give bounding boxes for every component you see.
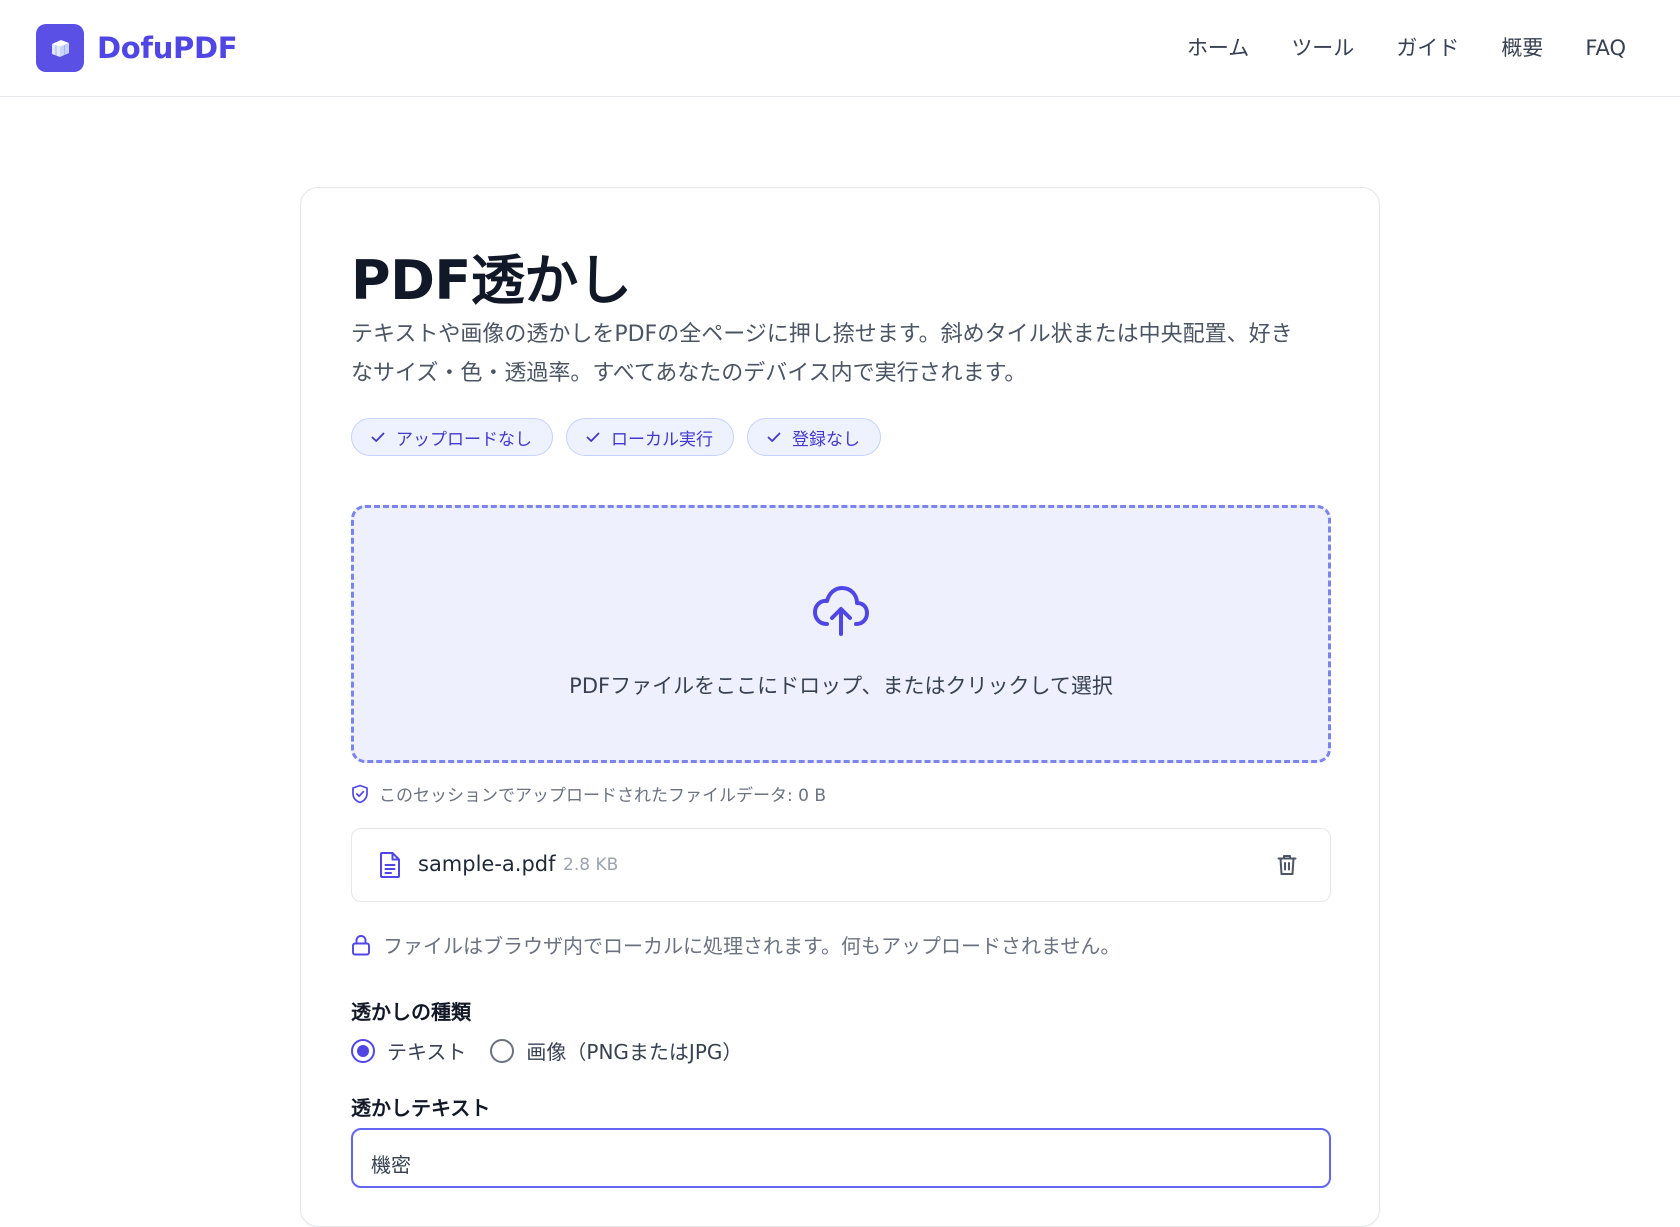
page-title: PDF透かし bbox=[351, 249, 632, 312]
top-header: DofuPDF ホーム ツール ガイド 概要 FAQ bbox=[0, 0, 1680, 97]
file-list-item: sample-a.pdf 2.8 KB bbox=[351, 828, 1331, 902]
watermark-type-group: テキスト 画像（PNGまたはJPG） bbox=[351, 1036, 766, 1065]
trash-icon bbox=[1277, 855, 1297, 875]
dropzone-text: PDFファイルをここにドロップ、またはクリックして選択 bbox=[569, 674, 1113, 698]
session-data-text: このセッションでアップロードされたファイルデータ: 0 B bbox=[379, 786, 827, 806]
local-processing-note: ファイルはブラウザ内でローカルに処理されます。何もアップロードされません。 bbox=[351, 930, 1120, 959]
shield-check-icon bbox=[352, 784, 368, 803]
document-icon bbox=[380, 852, 400, 878]
cloud-upload-icon bbox=[813, 586, 869, 636]
badge-no-upload: アップロードなし bbox=[351, 418, 553, 456]
remove-file-button[interactable] bbox=[1276, 853, 1298, 881]
radio-image-label: 画像（PNGまたはJPG） bbox=[526, 1040, 743, 1064]
badge-label: 登録なし bbox=[792, 429, 860, 450]
badge-label: アップロードなし bbox=[396, 429, 532, 450]
nav-about[interactable]: 概要 bbox=[1501, 30, 1543, 66]
nav-home[interactable]: ホーム bbox=[1187, 30, 1249, 66]
file-dropzone[interactable]: PDFファイルをここにドロップ、またはクリックして選択 bbox=[351, 505, 1331, 763]
radio-text[interactable]: テキスト bbox=[351, 1036, 466, 1065]
nav-tools[interactable]: ツール bbox=[1291, 30, 1354, 66]
tool-card: PDF透かし テキストや画像の透かしをPDFの全ページに押し捺せます。斜めタイル… bbox=[300, 187, 1380, 1227]
page-description: テキストや画像の透かしをPDFの全ページに押し捺せます。斜めタイル状または中央配… bbox=[351, 322, 1293, 386]
badge-label: ローカル実行 bbox=[611, 429, 713, 450]
brand-home-link[interactable]: DofuPDF bbox=[36, 24, 238, 72]
nav-faq[interactable]: FAQ bbox=[1585, 30, 1626, 66]
check-icon bbox=[371, 432, 385, 442]
watermark-text-label: 透かしテキスト bbox=[351, 1096, 491, 1120]
local-processing-text: ファイルはブラウザ内でローカルに処理されます。何もアップロードされません。 bbox=[383, 934, 1121, 958]
badge-local-run: ローカル実行 bbox=[566, 418, 734, 456]
brand-name: DofuPDF bbox=[97, 31, 238, 65]
watermark-text-input[interactable] bbox=[351, 1128, 1331, 1188]
radio-unselected-indicator bbox=[490, 1038, 515, 1063]
nav-guide[interactable]: ガイド bbox=[1396, 30, 1459, 66]
watermark-type-label: 透かしの種類 bbox=[351, 1000, 471, 1024]
check-icon bbox=[586, 432, 600, 442]
lock-icon bbox=[352, 934, 370, 955]
main-nav: ホーム ツール ガイド 概要 FAQ bbox=[1145, 30, 1626, 66]
session-data-note: このセッションでアップロードされたファイルデータ: 0 B bbox=[351, 781, 826, 806]
badge-no-signup: 登録なし bbox=[747, 418, 881, 456]
radio-image[interactable]: 画像（PNGまたはJPG） bbox=[490, 1036, 742, 1065]
tofu-logo-icon bbox=[36, 24, 84, 72]
feature-badges: アップロードなし ローカル実行 登録なし bbox=[351, 418, 894, 456]
file-name: sample-a.pdf bbox=[418, 852, 556, 876]
check-icon bbox=[767, 432, 781, 442]
radio-selected-indicator bbox=[351, 1038, 375, 1063]
file-size: 2.8 KB bbox=[563, 855, 619, 875]
radio-text-label: テキスト bbox=[387, 1040, 467, 1064]
